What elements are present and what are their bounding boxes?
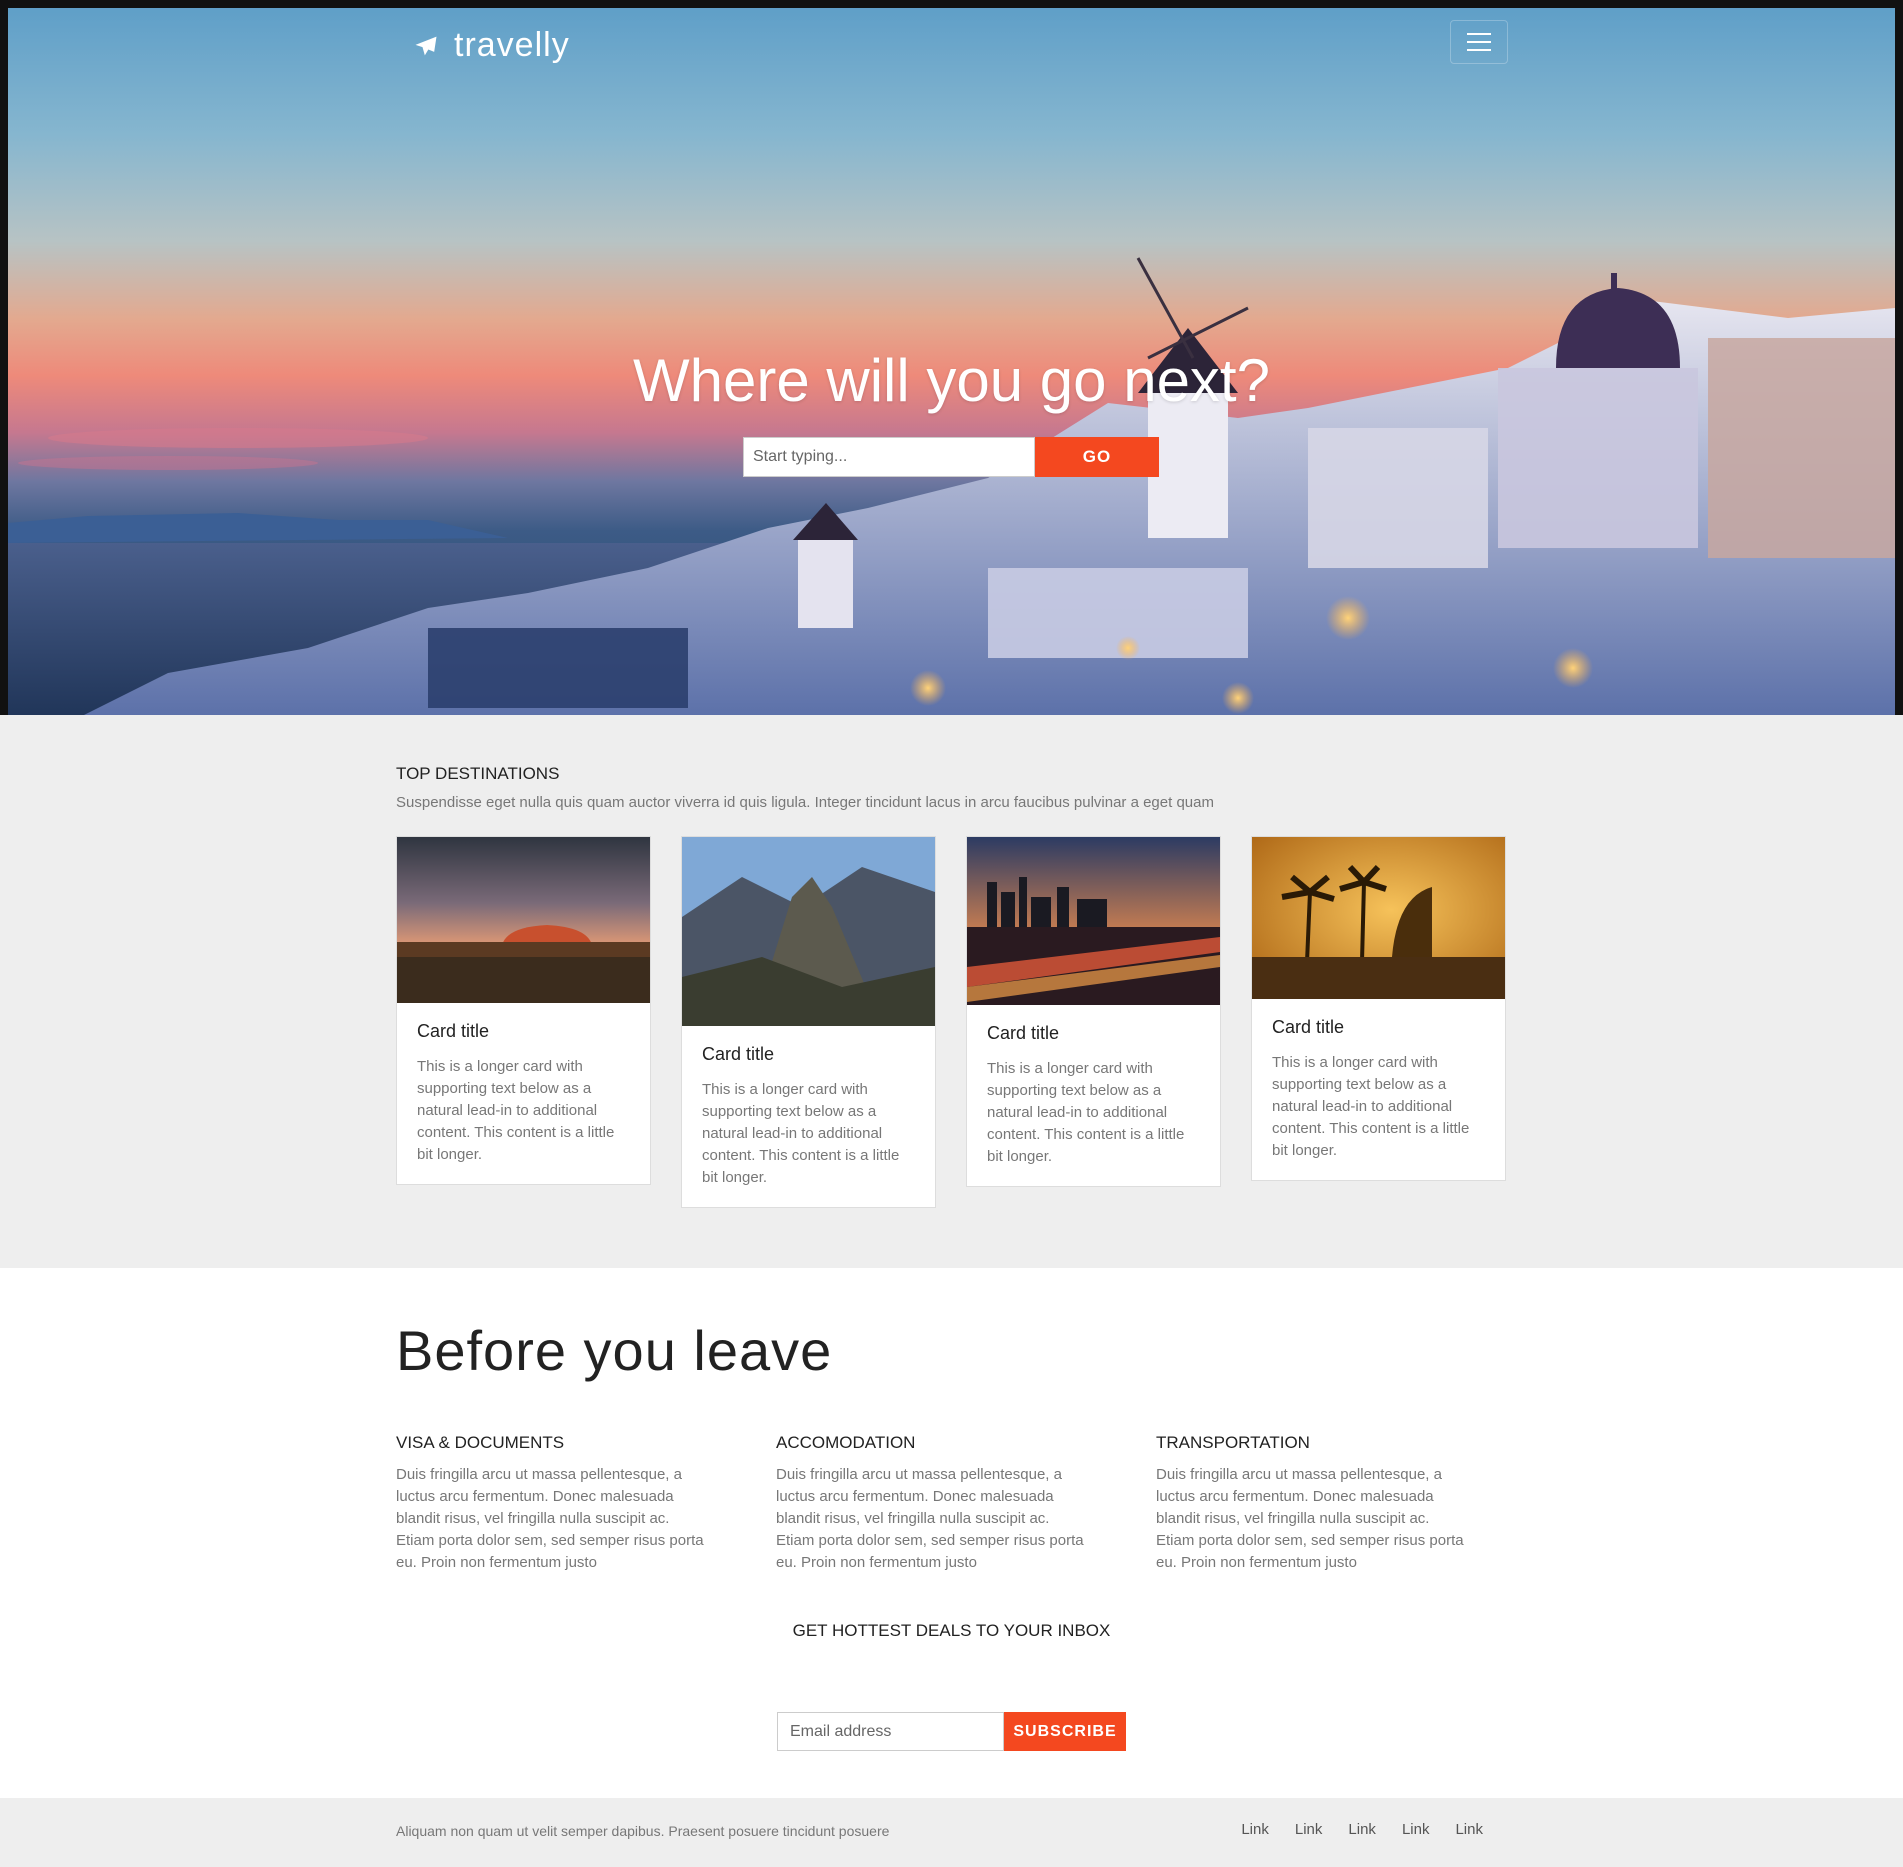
section-heading: TOP DESTINATIONS <box>396 764 560 783</box>
footer-link[interactable]: Link <box>1295 1821 1323 1838</box>
destination-search-input[interactable] <box>743 437 1035 477</box>
destination-card[interactable]: Card title This is a longer card with su… <box>681 836 936 1208</box>
column-title: TRANSPORTATION <box>1156 1433 1310 1452</box>
section-heading: Before you leave <box>396 1319 833 1382</box>
column-title: ACCOMODATION <box>776 1433 916 1452</box>
airplane-icon <box>415 36 437 55</box>
info-column-visa: VISA & DOCUMENTS Duis fringilla arcu ut … <box>396 1433 706 1574</box>
card-title: Card title <box>987 1023 1060 1043</box>
hamburger-icon <box>1467 33 1491 35</box>
go-button[interactable]: GO <box>1035 437 1159 477</box>
card-image <box>682 837 935 1026</box>
destination-search-form: GO <box>743 437 1159 477</box>
footer-link[interactable]: Link <box>1455 1821 1483 1838</box>
card-text: This is a longer card with supporting te… <box>702 1081 900 1186</box>
card-image <box>397 837 650 1003</box>
info-column-transportation: TRANSPORTATION Duis fringilla arcu ut ma… <box>1156 1433 1466 1574</box>
card-title: Card title <box>417 1021 490 1041</box>
card-title: Card title <box>1272 1017 1345 1037</box>
section-subtitle: Suspendisse eget nulla quis quam auctor … <box>396 794 1214 811</box>
footer-links: Link Link Link Link Link <box>1241 1821 1483 1838</box>
card-title: Card title <box>702 1044 775 1064</box>
card-text: This is a longer card with supporting te… <box>417 1058 615 1163</box>
info-column-accomodation: ACCOMODATION Duis fringilla arcu ut mass… <box>776 1433 1086 1574</box>
subscribe-button[interactable]: SUBSCRIBE <box>1004 1712 1126 1751</box>
card-text: This is a longer card with supporting te… <box>987 1060 1185 1165</box>
destination-card[interactable]: Card title This is a longer card with su… <box>966 836 1221 1187</box>
top-destinations-section: TOP DESTINATIONS Suspendisse eget nulla … <box>0 715 1903 1268</box>
card-image <box>1252 837 1505 999</box>
column-text: Duis fringilla arcu ut massa pellentesqu… <box>1156 1466 1464 1571</box>
brand-name: travelly <box>454 26 570 64</box>
brand-logo[interactable]: travelly <box>412 26 570 65</box>
newsletter-heading: GET HOTTEST DEALS TO YOUR INBOX <box>792 1621 1111 1640</box>
hero-title: Where will you go next? <box>633 347 1270 414</box>
hamburger-menu-button[interactable] <box>1450 20 1508 64</box>
footer: Aliquam non quam ut velit semper dapibus… <box>0 1798 1903 1867</box>
before-you-leave-section: Before you leave VISA & DOCUMENTS Duis f… <box>0 1268 1903 1798</box>
footer-link[interactable]: Link <box>1348 1821 1376 1838</box>
card-image <box>967 837 1220 1005</box>
newsletter-form: SUBSCRIBE <box>777 1712 1126 1751</box>
destination-card[interactable]: Card title This is a longer card with su… <box>396 836 651 1185</box>
column-title: VISA & DOCUMENTS <box>396 1433 565 1452</box>
column-text: Duis fringilla arcu ut massa pellentesqu… <box>776 1466 1084 1571</box>
card-text: This is a longer card with supporting te… <box>1272 1054 1470 1159</box>
footer-link[interactable]: Link <box>1241 1821 1269 1838</box>
destination-card[interactable]: Card title This is a longer card with su… <box>1251 836 1506 1181</box>
email-input[interactable] <box>777 1712 1004 1751</box>
footer-note: Aliquam non quam ut velit semper dapibus… <box>396 1823 890 1839</box>
footer-link[interactable]: Link <box>1402 1821 1430 1838</box>
column-text: Duis fringilla arcu ut massa pellentesqu… <box>396 1466 704 1571</box>
hero-section: travelly Where will you go next? GO <box>0 0 1903 715</box>
